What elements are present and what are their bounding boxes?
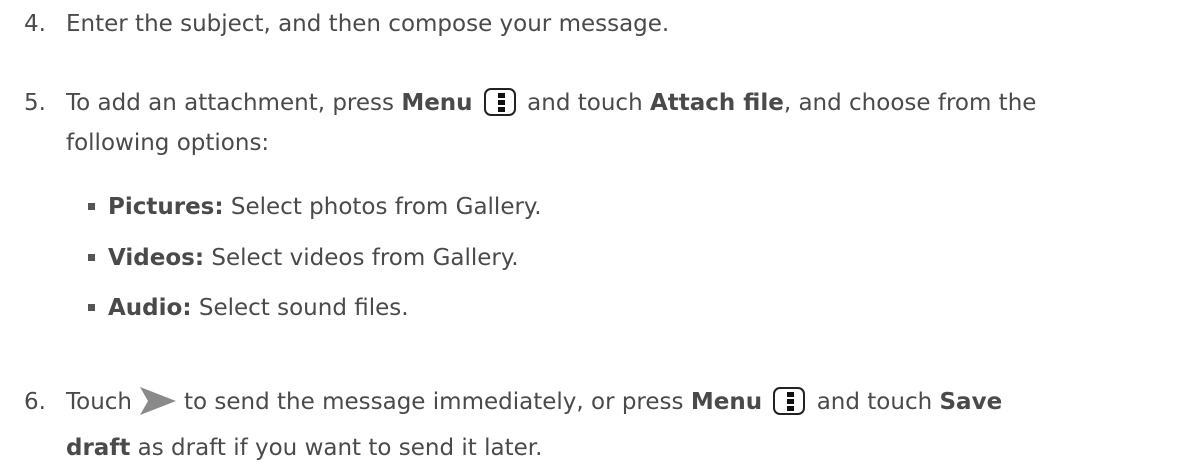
step-line: draft as draft if you want to send it la… — [66, 428, 1166, 468]
menu-key-icon — [773, 387, 806, 415]
step-line: Touch to send the message immediately, or… — [66, 382, 1166, 428]
text-run: and touch — [519, 90, 650, 116]
step-number: 4. — [24, 11, 46, 37]
step-line: To add an attachment, press Menu and tou… — [66, 83, 1166, 123]
send-arrow-icon — [140, 387, 177, 428]
menu-label: Menu — [401, 90, 473, 116]
attach-file-label: Attach file — [649, 90, 784, 116]
option-text: Videos: Select videos from Gallery. — [108, 238, 519, 278]
save-label: Save — [939, 389, 1003, 415]
option-desc: Select videos from Gallery. — [204, 245, 519, 271]
bullet-icon — [88, 254, 95, 261]
text-run: Touch — [66, 389, 133, 415]
step-text: To add an attachment, press Menu and tou… — [66, 83, 1166, 163]
option-desc: Select photos from Gallery. — [223, 194, 542, 220]
bullet-icon — [88, 203, 95, 210]
step-text: Enter the subject, and then compose your… — [66, 11, 670, 37]
option-text: Pictures: Select photos from Gallery. — [108, 187, 542, 227]
option-label: Videos: — [108, 245, 205, 271]
option-text: Audio: Select sound files. — [108, 288, 409, 328]
menu-key-icon — [483, 88, 516, 116]
bullet-icon — [88, 304, 95, 311]
step-number: 6. — [24, 389, 46, 415]
step-text: Touch to send the message immediately, or… — [66, 382, 1166, 468]
option-label: Audio: — [108, 295, 192, 321]
step-line: following options: — [66, 130, 270, 156]
text-run: to send the message immediately, or pres… — [184, 389, 691, 415]
step-number: 5. — [24, 90, 46, 116]
text-run: and touch — [809, 389, 940, 415]
text-run: as draft if you want to send it later. — [130, 435, 543, 461]
text-run: , and choose from the — [783, 90, 1037, 116]
menu-label: Menu — [690, 389, 763, 415]
draft-label: draft — [66, 435, 131, 461]
option-label: Pictures: — [108, 194, 224, 220]
text-run: To add an attachment, press — [66, 90, 402, 116]
option-desc: Select sound files. — [191, 295, 409, 321]
